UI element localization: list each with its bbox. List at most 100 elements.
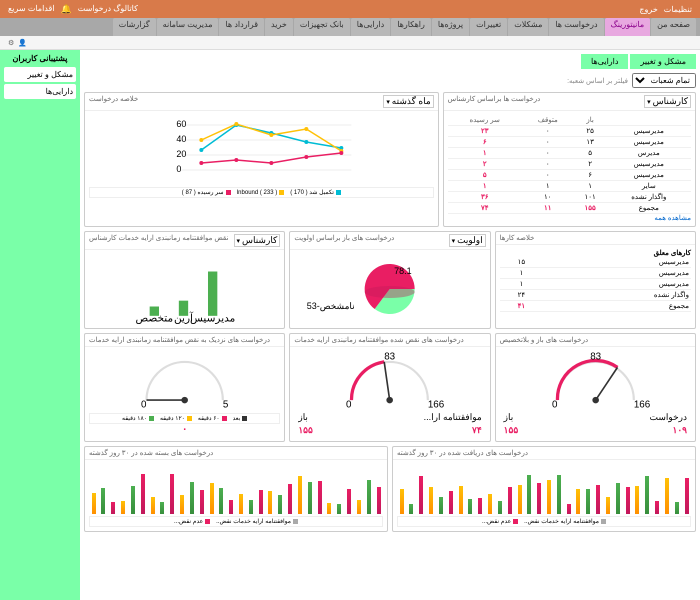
nav-12[interactable]: گزارشات xyxy=(113,18,156,36)
legend-item: ۱۲۰ دقیقه xyxy=(160,415,192,422)
user-icon[interactable]: 👤 xyxy=(18,39,27,47)
quickbar: 👤 ⚙ xyxy=(0,36,700,50)
stat-label: باز xyxy=(504,412,514,423)
legend-item: عدم نقض... xyxy=(482,518,518,525)
panel-title: درخواست های نقض شده موافقتنامه زمانبندی … xyxy=(294,336,463,344)
main: مشکل و تغییر دارایی‌ها تمام شعبات فیلتر … xyxy=(0,50,700,600)
legend-item: موافقتنامه ارایه خدمات نقض.. xyxy=(524,518,606,525)
sidebar-item-2[interactable]: دارایی‌ها xyxy=(4,84,76,99)
bar3d-closed xyxy=(89,464,383,514)
bar xyxy=(606,497,610,514)
panel-priority-pie: اولویت ▾ درخواست های باز براساس اولویت 78… xyxy=(289,231,490,329)
stat-label: درخواست xyxy=(650,412,687,423)
legend-item: موافقتنامه ارایه خدمات نقض.. xyxy=(216,518,298,525)
bar xyxy=(131,486,135,514)
bar xyxy=(239,494,243,514)
bar xyxy=(498,501,502,514)
bar xyxy=(318,481,322,514)
nav-6[interactable]: راهکارها xyxy=(391,18,431,36)
bar xyxy=(675,502,679,514)
bar xyxy=(298,476,302,514)
agent-dropdown[interactable]: کارشناس ▾ xyxy=(644,95,691,108)
task-table: مدیرسیس۱۵مدیرسیس۱مدیرسیس۱واگذار نشده۲۴مج… xyxy=(500,257,691,312)
tab-issues[interactable]: مشکل و تغییر xyxy=(630,54,696,69)
quick-actions-link[interactable]: اقدامات سریع xyxy=(8,4,55,15)
bar xyxy=(377,487,381,514)
nav-1[interactable]: مانیتورینگ xyxy=(605,18,651,36)
bar xyxy=(567,504,571,514)
gauge-1: 083166 xyxy=(500,351,691,411)
panel-title: خلاصه کارها xyxy=(500,234,535,242)
bell-icon[interactable]: 🔔 xyxy=(61,4,72,15)
settings-link[interactable]: تنظیمات xyxy=(664,5,692,14)
bar-legend: موافقتنامه ارایه خدمات نقض..عدم نقض... xyxy=(89,516,383,527)
pie-chart: 78.1نامشخص-53 xyxy=(294,254,485,324)
sidebar-title: پشتیبانی کاربران xyxy=(4,54,76,63)
bar xyxy=(685,478,689,514)
bar xyxy=(645,476,649,514)
nav-8[interactable]: بانک تجهیزات xyxy=(294,18,350,36)
bar xyxy=(111,502,115,514)
bar xyxy=(200,490,204,514)
nav-5[interactable]: پروژه‌ها xyxy=(432,18,469,36)
svg-text:0: 0 xyxy=(141,400,147,411)
nav-bar: صفحه منمانیتورینگدرخواست هامشکلاتتغییرات… xyxy=(0,18,700,36)
bar xyxy=(586,489,590,514)
row1: کارشناس ▾ درخواست ها براساس کارشناس بازم… xyxy=(84,92,696,227)
bar3d-received xyxy=(397,464,691,514)
nav-9[interactable]: خرید xyxy=(265,18,293,36)
bar xyxy=(92,493,96,514)
nav-10[interactable]: قرارداد ها xyxy=(219,18,264,36)
panel-gauge-sla: درخواست های نقض شده موافقتنامه زمانبندی … xyxy=(289,333,490,442)
view-all-link[interactable]: مشاهده همه xyxy=(448,214,691,222)
content: مشکل و تغییر دارایی‌ها تمام شعبات فیلتر … xyxy=(80,50,700,600)
svg-text:مدیرسیس: مدیرسیس xyxy=(190,313,236,324)
bar xyxy=(459,486,463,514)
panel-sla-bars: کارشناس ▾نقض موافقتنامه زمانبندی ارایه خ… xyxy=(84,231,285,329)
sidebar-item-1[interactable]: مشکل و تغییر xyxy=(4,67,76,82)
agent-dropdown-2[interactable]: کارشناس ▾ xyxy=(234,234,281,247)
bar xyxy=(468,499,472,514)
bar xyxy=(357,500,361,514)
bar xyxy=(347,489,351,514)
svg-text:83: 83 xyxy=(590,352,601,363)
sidebar: پشتیبانی کاربران مشکل و تغییر دارایی‌ها xyxy=(0,50,80,600)
panel-title: درخواست های باز براساس اولویت xyxy=(294,234,394,247)
nav-4[interactable]: تغییرات xyxy=(470,18,507,36)
svg-text:5: 5 xyxy=(223,400,229,411)
svg-text:40: 40 xyxy=(176,134,186,144)
svg-text:0: 0 xyxy=(176,164,181,174)
nav-7[interactable]: دارایی‌ها xyxy=(351,18,390,36)
panel-title: درخواست های بسته شده در ۳۰ روز گذشته xyxy=(89,449,213,457)
settings-icon[interactable]: ⚙ xyxy=(8,39,14,47)
row4: درخواست های دریافت شده در ۳۰ روز گذشته م… xyxy=(84,446,696,532)
svg-text:20: 20 xyxy=(176,149,186,159)
bar xyxy=(400,489,404,514)
gauge-3: 05 xyxy=(89,351,280,411)
bar xyxy=(190,482,194,514)
bar xyxy=(478,498,482,514)
svg-text:0: 0 xyxy=(346,400,352,411)
nav-2[interactable]: درخواست ها xyxy=(549,18,603,36)
agent-table: بازمتوقفسر رسیدهمدیرسیس۲۵۰۲۳مدیرسیس۱۳۰۶م… xyxy=(448,115,691,214)
priority-dropdown[interactable]: اولویت ▾ xyxy=(449,234,486,247)
catalog-link[interactable]: کاتالوگ درخواست xyxy=(78,4,138,15)
tab-assets[interactable]: دارایی‌ها xyxy=(581,54,628,69)
nav-0[interactable]: صفحه من xyxy=(651,18,696,36)
bar xyxy=(547,480,551,514)
panel-title: درخواست های نزدیک به نقض موافقتنامه زمان… xyxy=(89,336,270,344)
bar xyxy=(596,485,600,514)
bar xyxy=(229,500,233,514)
logout-link[interactable]: خروج xyxy=(639,5,657,14)
bar xyxy=(308,482,312,514)
nav-3[interactable]: مشکلات xyxy=(508,18,548,36)
bar xyxy=(141,474,145,514)
row2: خلاصه کارها کارهای معلق مدیرسیس۱۵مدیرسیس… xyxy=(84,231,696,329)
svg-text:0: 0 xyxy=(552,400,558,411)
nav-11[interactable]: مدیریت سامانه xyxy=(157,18,219,36)
branch-filter[interactable]: تمام شعبات xyxy=(632,73,696,88)
bar xyxy=(449,491,453,514)
period-dropdown[interactable]: ماه گذشته ▾ xyxy=(383,95,433,108)
bar xyxy=(616,483,620,514)
bar xyxy=(655,501,659,514)
